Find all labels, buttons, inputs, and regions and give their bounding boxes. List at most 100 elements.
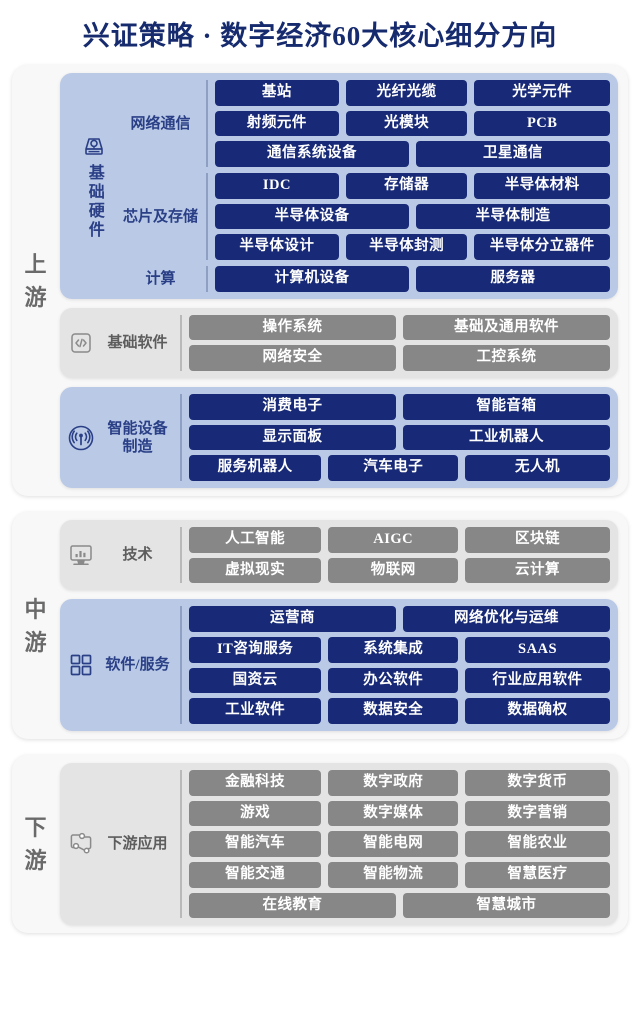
segment-chip[interactable]: 金融科技 — [189, 770, 322, 796]
segment-chip[interactable]: 光纤光缆 — [345, 80, 468, 106]
segment-chip[interactable]: 智能物流 — [328, 862, 459, 888]
segment-chip[interactable]: 数字营销 — [465, 800, 610, 827]
segment-chip[interactable]: 智能汽车 — [189, 831, 322, 858]
segment-chip[interactable]: 工业机器人 — [403, 424, 610, 451]
subgroup: 软件/服务 运营商 网络优化与运维 IT咨询服务 系统集成 SAAS 国资云 办公软件 行业应用… — [66, 606, 610, 725]
subgroup: 下游应用 金融科技 数字政府 数字货币 游戏 数字媒体 数字营销 智能汽车 智能电网 智能农业 智能… — [66, 770, 610, 919]
page-title: 兴证策略 · 数字经济60大核心细分方向 — [82, 21, 558, 51]
tier-card: 下游 下游应用 金融科技 数字政府 数字货币游戏 数字媒体 数字营销智能汽车 智能电网 智能农… — [12, 755, 628, 934]
tier-label-char: 上 — [24, 251, 48, 277]
segment-chip[interactable]: PCB — [474, 110, 610, 137]
segment-chip[interactable]: 半导体设计 — [215, 234, 339, 261]
tier-body: 基础硬件 网络通信 基站 光纤光缆 光学元件 射频元件 光模块 PCB 通信系统设备 卫星通信 芯片… — [60, 73, 618, 489]
segment-chip[interactable]: 数字货币 — [465, 770, 610, 796]
chip-row: 服务机器人 汽车电子 无人机 — [189, 455, 610, 482]
segment-chip[interactable]: 半导体分立器件 — [474, 234, 610, 261]
chip-row: IT咨询服务 系统集成 SAAS — [189, 637, 610, 663]
segment-chip[interactable]: 区块链 — [465, 527, 610, 553]
chip-row: 基站 光纤光缆 光学元件 — [215, 80, 610, 106]
chip-row: 通信系统设备 卫星通信 — [215, 141, 610, 168]
segment-chip[interactable]: 半导体设备 — [215, 203, 409, 230]
subgroup-name-text: 网络通信 — [130, 115, 191, 132]
tier-label: 下游 — [12, 763, 60, 925]
subgroup-name: 基础软件 — [66, 314, 182, 372]
segment-chip[interactable]: 消费电子 — [189, 394, 396, 420]
segment-chip[interactable]: 通信系统设备 — [215, 141, 409, 168]
segment-chip[interactable]: 半导体材料 — [474, 173, 610, 199]
tier-label-char: 游 — [24, 848, 48, 874]
segment-chip[interactable]: 智能音箱 — [403, 394, 610, 420]
segment-chip[interactable]: 系统集成 — [328, 637, 459, 663]
tier-label-char: 游 — [24, 284, 48, 310]
segment-chip[interactable]: 物联网 — [328, 557, 459, 584]
segment-chip[interactable]: 网络安全 — [189, 345, 396, 372]
segment-chip[interactable]: 射频元件 — [215, 110, 339, 137]
segment-chip[interactable]: 计算机设备 — [215, 266, 409, 292]
segment-chip[interactable]: 数字媒体 — [328, 800, 459, 827]
segment-chip[interactable]: 存储器 — [345, 173, 468, 199]
subgroup-name: 网络通信 — [122, 80, 208, 168]
tier-card: 中游 技术 人工智能 AIGC 区块链 虚拟现实 物联网 云计算 软件/服务 运营商 网络优 — [12, 512, 628, 740]
segment-chip[interactable]: 数据确权 — [465, 698, 610, 725]
chip-row: IDC 存储器 半导体材料 — [215, 173, 610, 199]
chip-row: 在线教育 智慧城市 — [189, 892, 610, 919]
category-group: 基础硬件 网络通信 基站 光纤光缆 光学元件 射频元件 光模块 PCB 通信系统设备 卫星通信 芯片… — [60, 73, 618, 299]
segment-chip[interactable]: 数字政府 — [328, 770, 459, 796]
segment-chip[interactable]: 智能交通 — [189, 862, 322, 888]
category-group: 智能设备制造 消费电子 智能音箱 显示面板 工业机器人 服务机器人 汽车电子 无人机 — [60, 387, 618, 489]
chip-row: 智能交通 智能物流 智慧医疗 — [189, 862, 610, 888]
subgroup-name-text: 下游应用 — [107, 836, 168, 853]
chip-rows: 人工智能 AIGC 区块链虚拟现实 物联网 云计算 — [189, 527, 610, 584]
segment-chip[interactable]: 智慧医疗 — [465, 862, 610, 888]
segment-chip[interactable]: 卫星通信 — [416, 141, 610, 168]
subgroup-name-text: 基础软件 — [107, 334, 168, 351]
chip-row: 运营商 网络优化与运维 — [189, 606, 610, 633]
segment-chip[interactable]: 半导体制造 — [416, 203, 610, 230]
segment-chip[interactable]: 办公软件 — [328, 667, 459, 694]
segment-chip[interactable]: 工控系统 — [403, 345, 610, 372]
segment-chip[interactable]: 智慧城市 — [403, 892, 610, 919]
segment-chip[interactable]: 无人机 — [465, 455, 610, 482]
segment-chip[interactable]: 国资云 — [189, 667, 322, 694]
subgroup: 智能设备制造 消费电子 智能音箱 显示面板 工业机器人 服务机器人 汽车电子 无人机 — [66, 394, 610, 482]
segment-chip[interactable]: 行业应用软件 — [465, 667, 610, 694]
subgroup-list: 基础软件 操作系统 基础及通用软件 网络安全 工控系统 — [66, 314, 610, 372]
segment-chip[interactable]: 光学元件 — [474, 80, 610, 106]
segment-chip[interactable]: 智能农业 — [465, 831, 610, 858]
signal-broadcast-icon — [66, 423, 96, 453]
segment-chip[interactable]: 服务器 — [416, 266, 610, 292]
segment-chip[interactable]: 基站 — [215, 80, 339, 106]
segment-chip[interactable]: SAAS — [465, 637, 610, 663]
tier-body: 下游应用 金融科技 数字政府 数字货币 游戏 数字媒体 数字营销 智能汽车 智能电网 智能农业 智能… — [60, 763, 618, 926]
segment-chip[interactable]: 半导体封测 — [345, 234, 468, 261]
segment-chip[interactable]: 工业软件 — [189, 698, 322, 725]
segment-chip[interactable]: IT咨询服务 — [189, 637, 322, 663]
segment-chip[interactable]: IDC — [215, 173, 339, 199]
chip-rows: IDC 存储器 半导体材料 半导体设备 半导体制造 半导体设计 半导体封测 半导体分立器件 — [215, 173, 610, 261]
subgroup-list: 技术 人工智能 AIGC 区块链虚拟现实 物联网 云计算 — [66, 527, 610, 584]
subgroup-list: 网络通信 基站 光纤光缆 光学元件 射频元件 光模块 PCB 通信系统设备 卫星通信 芯片及存储 I… — [122, 80, 610, 292]
segment-chip[interactable]: 汽车电子 — [328, 455, 459, 482]
category-group: 软件/服务 运营商 网络优化与运维 IT咨询服务 系统集成 SAAS 国资云 办公软件 行业应用… — [60, 599, 618, 732]
segment-chip[interactable]: 操作系统 — [189, 314, 396, 341]
segment-chip[interactable]: 光模块 — [345, 110, 468, 137]
subgroup-name: 智能设备制造 — [66, 394, 182, 482]
segment-chip[interactable]: 云计算 — [465, 557, 610, 584]
segment-chip[interactable]: 人工智能 — [189, 527, 322, 553]
chip-row: 操作系统 基础及通用软件 — [189, 314, 610, 341]
subgroup-list: 智能设备制造 消费电子 智能音箱 显示面板 工业机器人 服务机器人 汽车电子 无人机 — [66, 394, 610, 482]
segment-chip[interactable]: 智能电网 — [328, 831, 459, 858]
chip-rows: 金融科技 数字政府 数字货币游戏 数字媒体 数字营销智能汽车 智能电网 智能农业智能交通 智能… — [189, 770, 610, 919]
segment-chip[interactable]: 在线教育 — [189, 892, 396, 919]
chip-row: 显示面板 工业机器人 — [189, 424, 610, 451]
segment-chip[interactable]: 数据安全 — [328, 698, 459, 725]
segment-chip[interactable]: 基础及通用软件 — [403, 314, 610, 341]
segment-chip[interactable]: 运营商 — [189, 606, 396, 633]
segment-chip[interactable]: 服务机器人 — [189, 455, 322, 482]
segment-chip[interactable]: 网络优化与运维 — [403, 606, 610, 633]
segment-chip[interactable]: 游戏 — [189, 800, 322, 827]
segment-chip[interactable]: AIGC — [328, 527, 459, 553]
segment-chip[interactable]: 虚拟现实 — [189, 557, 322, 584]
subgroup-name: 技术 — [66, 527, 182, 584]
segment-chip[interactable]: 显示面板 — [189, 424, 396, 451]
